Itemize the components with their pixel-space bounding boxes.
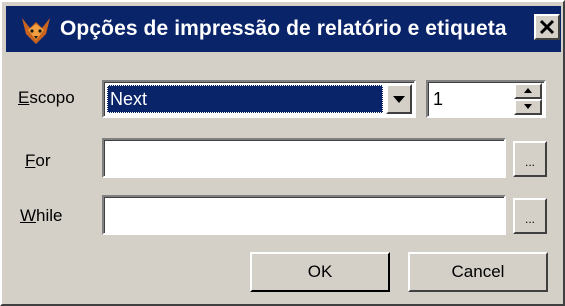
window-title: Opções de impressão de relatório e etiqu… xyxy=(60,17,507,40)
ok-button-label: OK xyxy=(307,262,333,281)
for-browse-label: ... xyxy=(524,155,535,169)
for-input[interactable] xyxy=(102,138,506,178)
scope-combobox[interactable]: Next xyxy=(102,80,416,118)
spin-down-icon xyxy=(524,104,532,109)
spin-down-button[interactable] xyxy=(514,99,542,115)
cancel-button[interactable]: Cancel xyxy=(408,252,548,292)
close-icon xyxy=(539,19,555,35)
while-browse-label: ... xyxy=(524,212,535,226)
while-label: While xyxy=(20,206,63,225)
while-browse-button[interactable]: ... xyxy=(513,198,547,234)
spin-up-button[interactable] xyxy=(514,83,542,99)
title-bar[interactable]: Opções de impressão de relatório e etiqu… xyxy=(6,6,561,52)
scope-label: Escopo xyxy=(18,88,75,107)
ok-button[interactable]: OK xyxy=(250,252,390,292)
fox-icon xyxy=(22,18,50,44)
scope-dropdown-button[interactable] xyxy=(386,84,412,114)
chevron-down-icon xyxy=(393,96,405,103)
count-spinner[interactable]: 1 xyxy=(426,80,546,118)
print-options-dialog: Opções de impressão de relatório e etiqu… xyxy=(0,0,565,306)
cancel-button-label: Cancel xyxy=(451,262,505,281)
while-input[interactable] xyxy=(102,195,506,235)
for-label: For xyxy=(25,151,51,170)
close-button[interactable] xyxy=(534,14,560,40)
count-value: 1 xyxy=(433,89,444,109)
for-browse-button[interactable]: ... xyxy=(513,141,547,177)
spin-up-icon xyxy=(524,88,532,93)
scope-selected-value: Next xyxy=(107,85,383,113)
